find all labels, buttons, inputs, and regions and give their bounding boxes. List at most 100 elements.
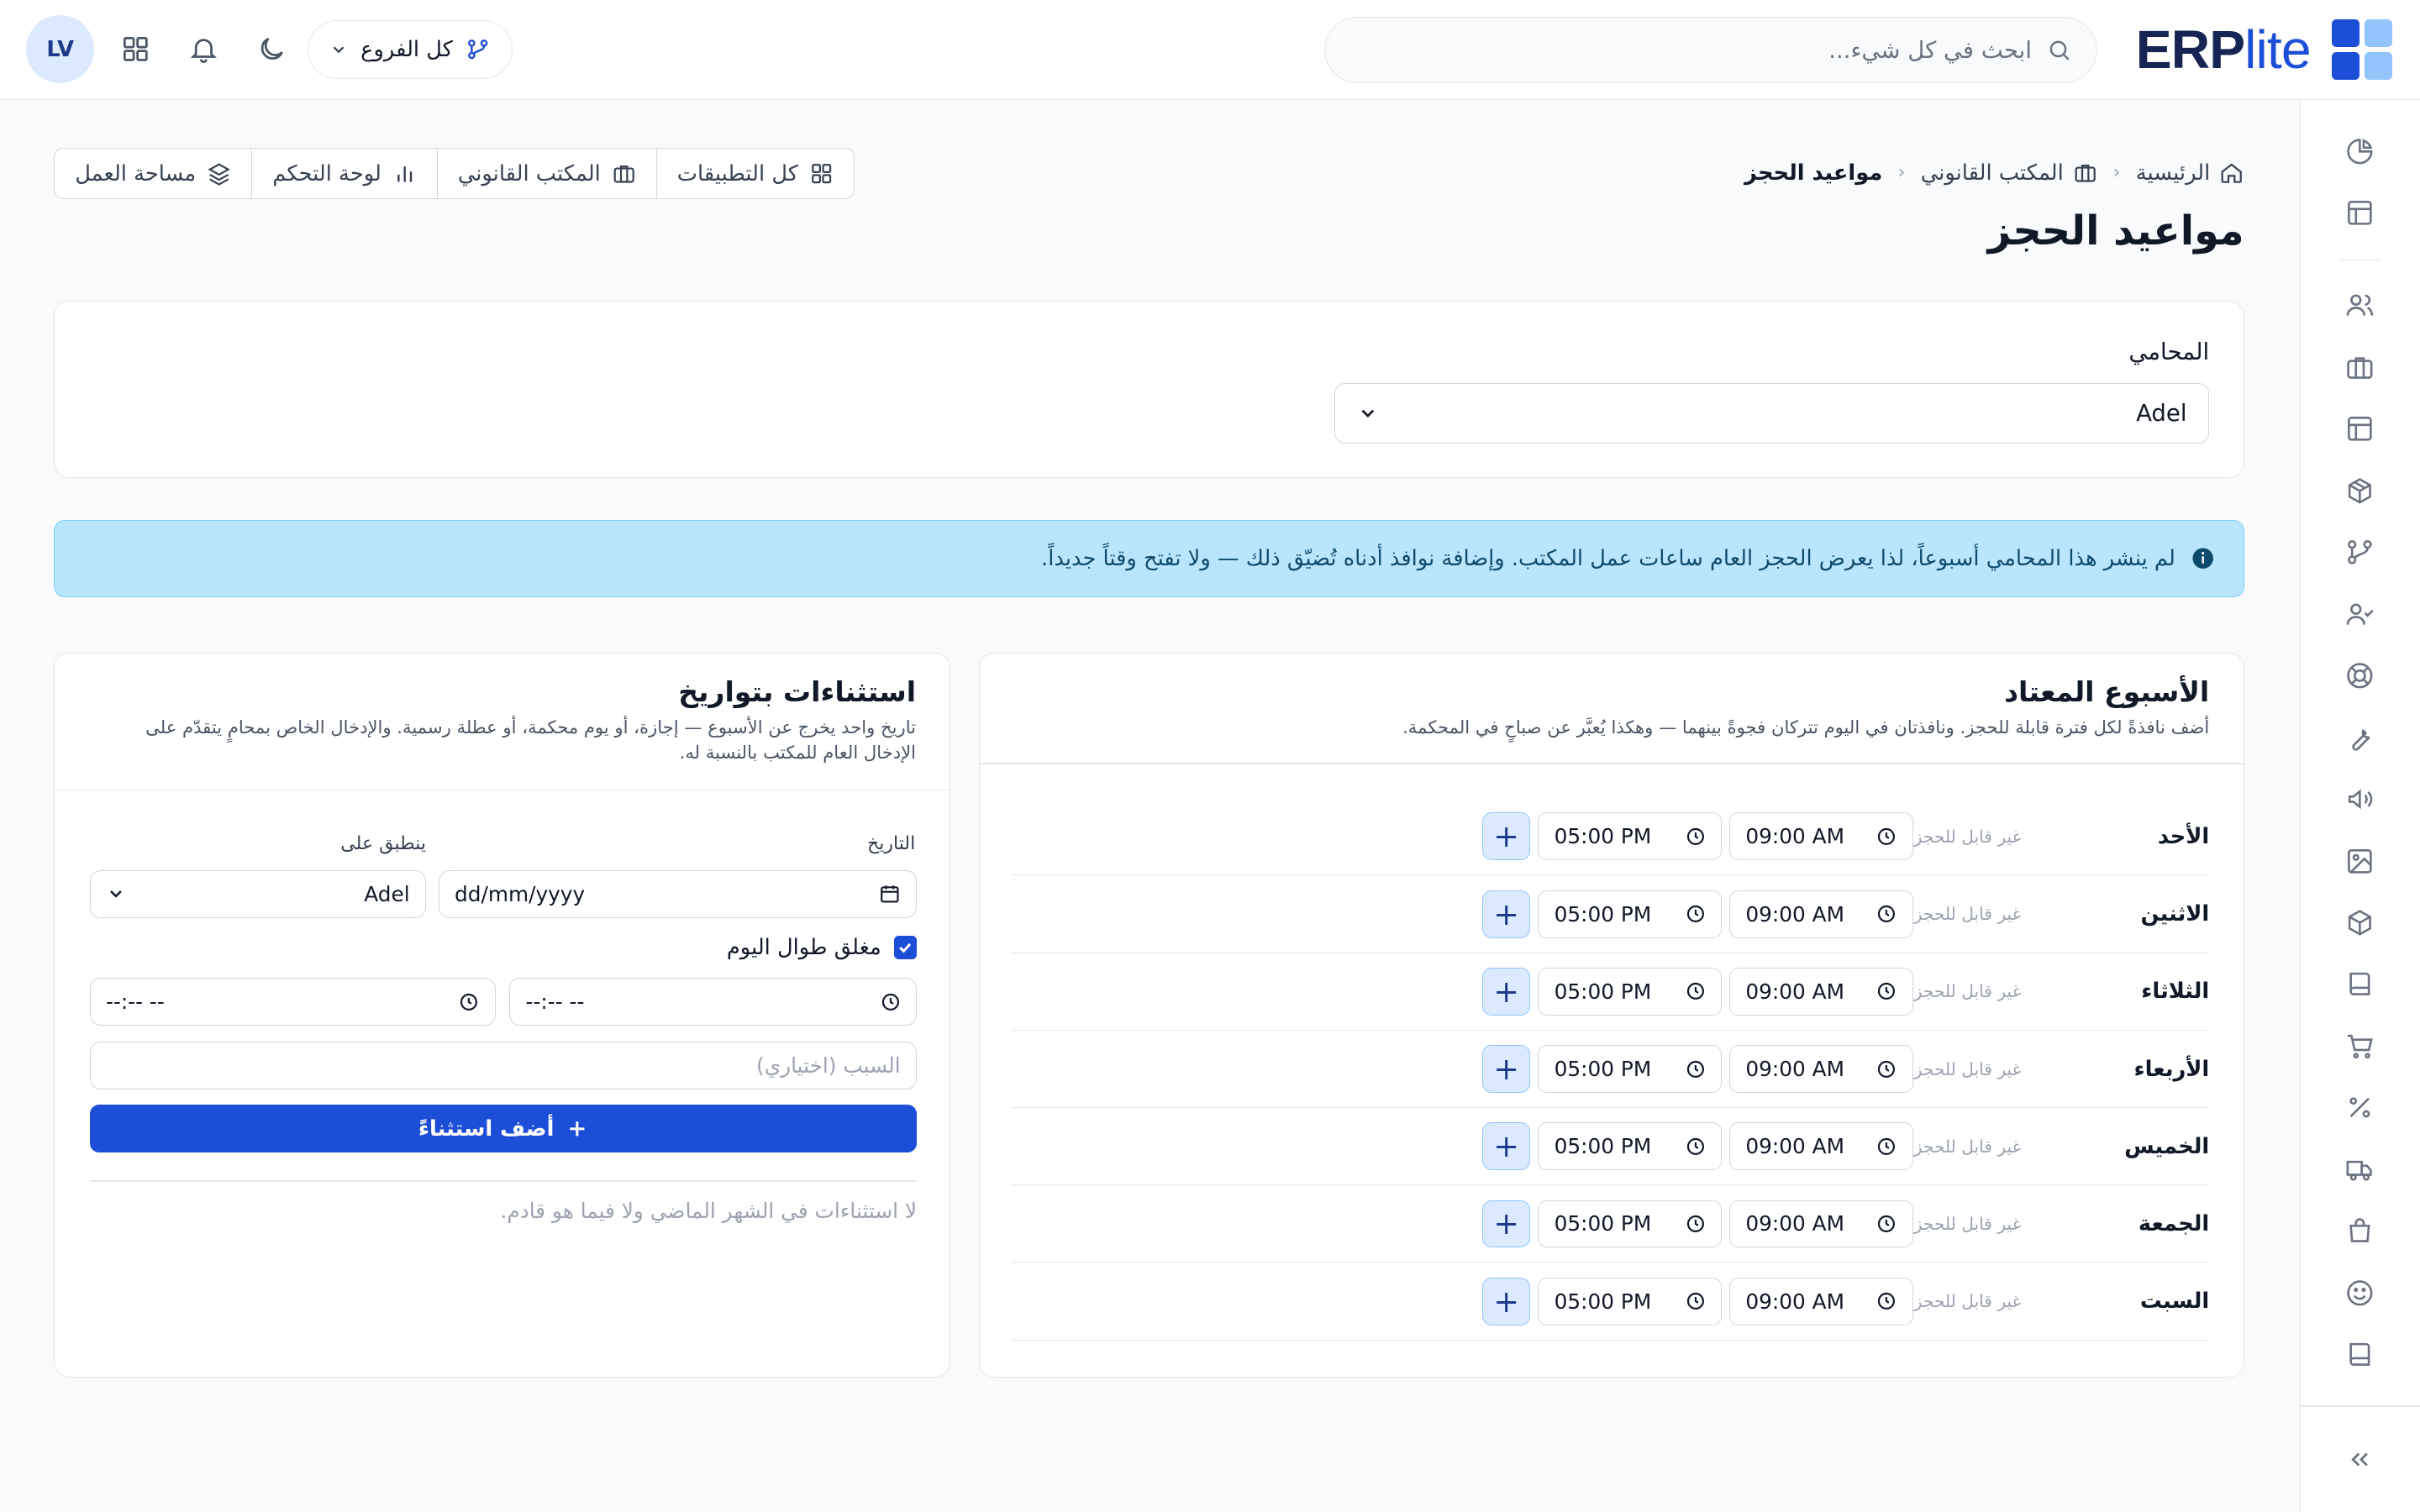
rail-item-workflow[interactable] xyxy=(2343,535,2376,569)
day-start-time[interactable]: 09:00 AM xyxy=(1729,1122,1913,1171)
percent-icon xyxy=(2344,1092,2375,1123)
rail-item-panels[interactable] xyxy=(2343,412,2376,445)
rail-item-layout[interactable] xyxy=(2343,196,2376,229)
chevron-down-icon xyxy=(329,40,348,59)
plus-icon: + xyxy=(1493,1051,1519,1088)
day-row: السبت غير قابل للحجز 09:00 AM 05:00 PM + xyxy=(1011,1263,2210,1341)
day-start-time[interactable]: 09:00 AM xyxy=(1729,1045,1913,1094)
exceptions-list-divider xyxy=(89,1180,918,1182)
rail-item-users[interactable] xyxy=(2343,288,2376,322)
layout-icon xyxy=(2344,197,2375,228)
day-name: الاثنين xyxy=(2140,901,2210,927)
day-start-time[interactable]: 09:00 AM xyxy=(1729,812,1913,861)
rail-collapse-button[interactable] xyxy=(2343,1442,2376,1476)
exception-start-time[interactable]: --:-- -- xyxy=(509,978,918,1026)
day-end-time[interactable]: 05:00 PM xyxy=(1538,1277,1722,1326)
global-search[interactable] xyxy=(1323,17,2098,84)
exception-date-input[interactable]: dd/mm/yyyy xyxy=(438,869,918,918)
not-bookable-note: غير قابل للحجز xyxy=(1913,1213,2022,1234)
exceptions-divider xyxy=(55,789,950,791)
day-start-time[interactable]: 09:00 AM xyxy=(1729,890,1913,938)
day-start-time[interactable]: 09:00 AM xyxy=(1729,967,1913,1016)
day-start-time[interactable]: 09:00 AM xyxy=(1729,1200,1913,1248)
quick-link-dashboard[interactable]: لوحة التحكم xyxy=(252,149,438,198)
start-time-value: 09:00 AM xyxy=(1745,1289,1845,1314)
not-bookable-note: غير قابل للحجز xyxy=(1913,826,2022,847)
app-logo[interactable]: ERPlite xyxy=(2136,15,2392,83)
add-window-button[interactable]: + xyxy=(1482,967,1531,1016)
clock-icon xyxy=(1686,1214,1706,1234)
applies-to-value: Adel xyxy=(364,881,410,906)
rail-item-media[interactable] xyxy=(2343,844,2376,878)
clock-icon xyxy=(1876,1214,1897,1234)
breadcrumb-section-label: المكتب القانوني xyxy=(1920,160,2064,186)
add-window-button[interactable]: + xyxy=(1482,1122,1531,1171)
clock-icon xyxy=(1876,1291,1897,1311)
clock-icon xyxy=(1686,1291,1706,1311)
end-time-value: 05:00 PM xyxy=(1554,1211,1652,1236)
chevron-down-icon xyxy=(1357,402,1379,424)
rail-footer-divider xyxy=(2300,1405,2420,1408)
plus-icon: + xyxy=(1493,1128,1519,1165)
day-end-time[interactable]: 05:00 PM xyxy=(1538,812,1722,861)
calendar-icon xyxy=(879,883,901,905)
rail-item-support[interactable] xyxy=(2343,659,2376,692)
chevron-left-icon: ‹ xyxy=(1897,162,1906,184)
applies-to-select[interactable]: Adel xyxy=(89,869,426,918)
closed-all-day-checkbox[interactable] xyxy=(893,936,918,959)
add-window-button[interactable]: + xyxy=(1482,1200,1531,1248)
rail-item-customers[interactable] xyxy=(2343,1276,2376,1310)
not-bookable-note: غير قابل للحجز xyxy=(1913,1136,2022,1157)
exception-reason-input[interactable]: السبب (اختياري) xyxy=(89,1041,918,1089)
search-input[interactable] xyxy=(1349,36,2032,64)
day-end-time[interactable]: 05:00 PM xyxy=(1538,890,1722,938)
user-check-icon xyxy=(2344,599,2375,630)
rail-item-analytics[interactable] xyxy=(2343,134,2376,168)
user-avatar[interactable]: LV xyxy=(26,15,95,84)
rail-item-docs[interactable] xyxy=(2343,1337,2376,1371)
day-start-time[interactable]: 09:00 AM xyxy=(1729,1277,1913,1326)
quick-link-all-apps[interactable]: كل التطبيقات xyxy=(657,149,854,198)
dark-mode-toggle[interactable] xyxy=(247,24,297,74)
rail-item-discounts[interactable] xyxy=(2343,1091,2376,1125)
add-window-button[interactable]: + xyxy=(1482,1045,1531,1094)
add-exception-button[interactable]: أضف استثناءً xyxy=(89,1105,918,1152)
exception-end-time[interactable]: --:-- -- xyxy=(89,978,496,1026)
start-time-value: 09:00 AM xyxy=(1745,979,1845,1004)
day-end-time[interactable]: 05:00 PM xyxy=(1538,1045,1722,1094)
day-end-time[interactable]: 05:00 PM xyxy=(1538,1200,1722,1248)
page-title: مواعيد الحجز xyxy=(1987,207,2244,255)
rail-item-inventory[interactable] xyxy=(2343,906,2376,939)
info-icon xyxy=(2191,546,2215,570)
lawyer-select[interactable]: Adel xyxy=(1334,383,2210,444)
rail-item-legal[interactable] xyxy=(2343,350,2376,384)
end-time-value: 05:00 PM xyxy=(1554,901,1652,927)
branch-selector[interactable]: كل الفروع xyxy=(307,19,513,79)
day-end-time[interactable]: 05:00 PM xyxy=(1538,1122,1722,1171)
add-window-button[interactable]: + xyxy=(1482,890,1531,938)
rail-item-marketing[interactable] xyxy=(2343,782,2376,816)
breadcrumb-home[interactable]: الرئيسية xyxy=(2136,160,2244,186)
apps-grid-button[interactable] xyxy=(111,24,160,74)
notifications-button[interactable] xyxy=(179,24,229,74)
applies-to-label: ينطبق على xyxy=(340,832,426,854)
quick-link-legal-office[interactable]: المكتب القانوني xyxy=(438,149,657,198)
breadcrumb-section[interactable]: المكتب القانوني xyxy=(1921,160,2097,186)
grid-icon xyxy=(809,161,834,186)
day-name: الخميس xyxy=(2124,1133,2210,1159)
rail-item-delivery[interactable] xyxy=(2343,1152,2376,1186)
search-icon xyxy=(2047,38,2071,62)
rail-item-library[interactable] xyxy=(2343,968,2376,1001)
rail-item-store[interactable] xyxy=(2343,1214,2376,1247)
start-time-value: 09:00 AM xyxy=(1745,901,1845,927)
rail-item-user-check[interactable] xyxy=(2343,597,2376,631)
quick-link-workspace[interactable]: مساحة العمل xyxy=(55,149,253,198)
rail-item-cart[interactable] xyxy=(2343,1029,2376,1063)
breadcrumb-home-label: الرئيسية xyxy=(2135,160,2211,186)
add-window-button[interactable]: + xyxy=(1482,812,1531,861)
rail-item-tools[interactable] xyxy=(2343,721,2376,754)
add-window-button[interactable]: + xyxy=(1482,1277,1531,1326)
day-row: الأحد غير قابل للحجز 09:00 AM 05:00 PM + xyxy=(1011,799,2210,876)
day-end-time[interactable]: 05:00 PM xyxy=(1538,967,1722,1016)
rail-item-products[interactable] xyxy=(2343,474,2376,507)
